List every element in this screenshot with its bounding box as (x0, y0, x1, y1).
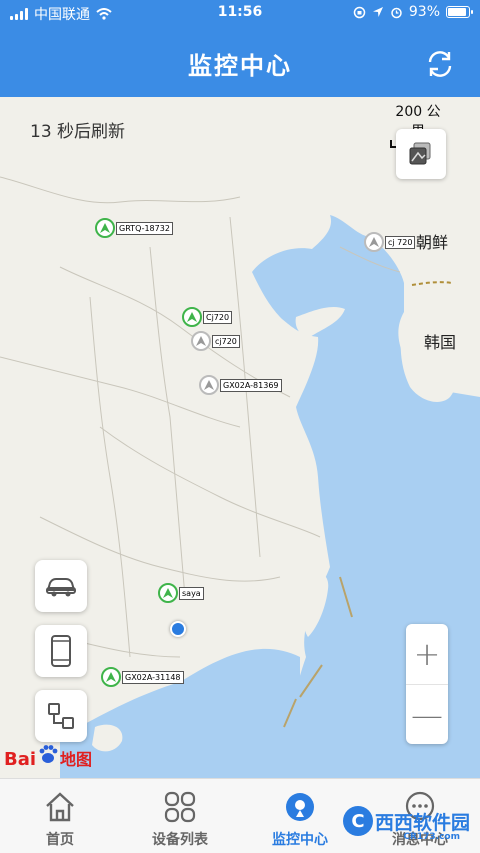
vehicle-marker[interactable]: saya (158, 583, 204, 603)
zoom-out-button[interactable]: — (406, 684, 448, 744)
watermark-subtext: CR173.com (403, 832, 460, 842)
location-arrow-icon (372, 7, 383, 17)
vehicle-view-button[interactable] (35, 560, 87, 612)
page-title: 监控中心 (188, 52, 292, 80)
vehicle-label: GRTQ-18732 (116, 221, 173, 235)
vehicle-label: GX02A-81369 (220, 378, 282, 392)
tab-label: 首页 (46, 832, 74, 848)
tab-device-list[interactable]: 设备列表 (120, 779, 240, 853)
vehicle-marker[interactable]: cj 720 (364, 232, 416, 252)
vehicle-online-icon (101, 667, 121, 687)
tab-label: 设备列表 (152, 832, 208, 848)
vehicle-label: GX02A-31148 (122, 670, 184, 684)
header-bar: 中国联通 11:56 93% 监控中心 (0, 0, 480, 97)
vehicle-marker[interactable]: GRTQ-18732 (95, 218, 173, 238)
battery-percent: 93% (408, 4, 440, 20)
vehicle-marker[interactable]: cj720 (191, 331, 240, 351)
vehicle-label: saya (179, 586, 204, 600)
map-view[interactable]: 13 秒后刷新 200 公里 朝鲜 韩国 GRTQ-18732 Cj720 cj… (0, 97, 480, 778)
site-watermark: C 西西软件园 CR173.com (342, 806, 470, 842)
home-icon (46, 792, 74, 822)
vehicle-online-icon (182, 307, 202, 327)
tab-label: 监控中心 (272, 832, 328, 848)
vehicle-label: Cj720 (203, 310, 233, 324)
map-layer-button[interactable] (396, 129, 446, 179)
status-bar: 中国联通 11:56 93% (0, 0, 480, 26)
layers-icon (409, 142, 431, 165)
zoom-in-button[interactable]: + (406, 624, 448, 684)
vehicle-offline-icon (364, 232, 384, 252)
vehicle-offline-icon (191, 331, 211, 351)
tab-home[interactable]: 首页 (0, 779, 120, 853)
label-south-korea: 韩国 (424, 333, 457, 352)
phone-view-button[interactable] (35, 625, 87, 677)
battery-icon (446, 6, 473, 18)
grid-icon (164, 791, 196, 823)
label-north-korea: 朝鲜 (416, 233, 449, 252)
baidu-map-text: 地图 (60, 750, 93, 769)
refresh-countdown: 13 秒后刷新 (30, 122, 126, 142)
vehicle-label: cj720 (212, 334, 240, 348)
alarm-icon (391, 7, 402, 18)
baidu-paw-icon (39, 745, 58, 763)
watermark-text: 西西软件园 (374, 811, 470, 834)
phone-icon (51, 635, 71, 667)
watermark-logo-icon: C (342, 806, 373, 836)
baidu-logo-text: Bai (4, 749, 37, 770)
vehicle-marker[interactable]: Cj720 (182, 307, 233, 327)
vehicle-online-icon (158, 583, 178, 603)
vehicle-label: cj 720 (385, 235, 416, 249)
vehicle-online-icon (95, 218, 115, 238)
vehicle-marker[interactable]: GX02A-31148 (101, 667, 184, 687)
vehicle-marker[interactable]: GX02A-81369 (199, 375, 282, 395)
car-icon (46, 578, 76, 597)
monitor-icon (286, 793, 314, 821)
refresh-icon[interactable] (422, 46, 458, 82)
zoom-control: + — (406, 624, 448, 744)
baidu-map-logo: Bai 地图 (4, 743, 92, 770)
orientation-lock-icon (353, 6, 366, 18)
current-location-dot (170, 621, 186, 637)
route-icon (48, 703, 74, 729)
vehicle-offline-icon (199, 375, 219, 395)
route-view-button[interactable] (35, 690, 87, 742)
